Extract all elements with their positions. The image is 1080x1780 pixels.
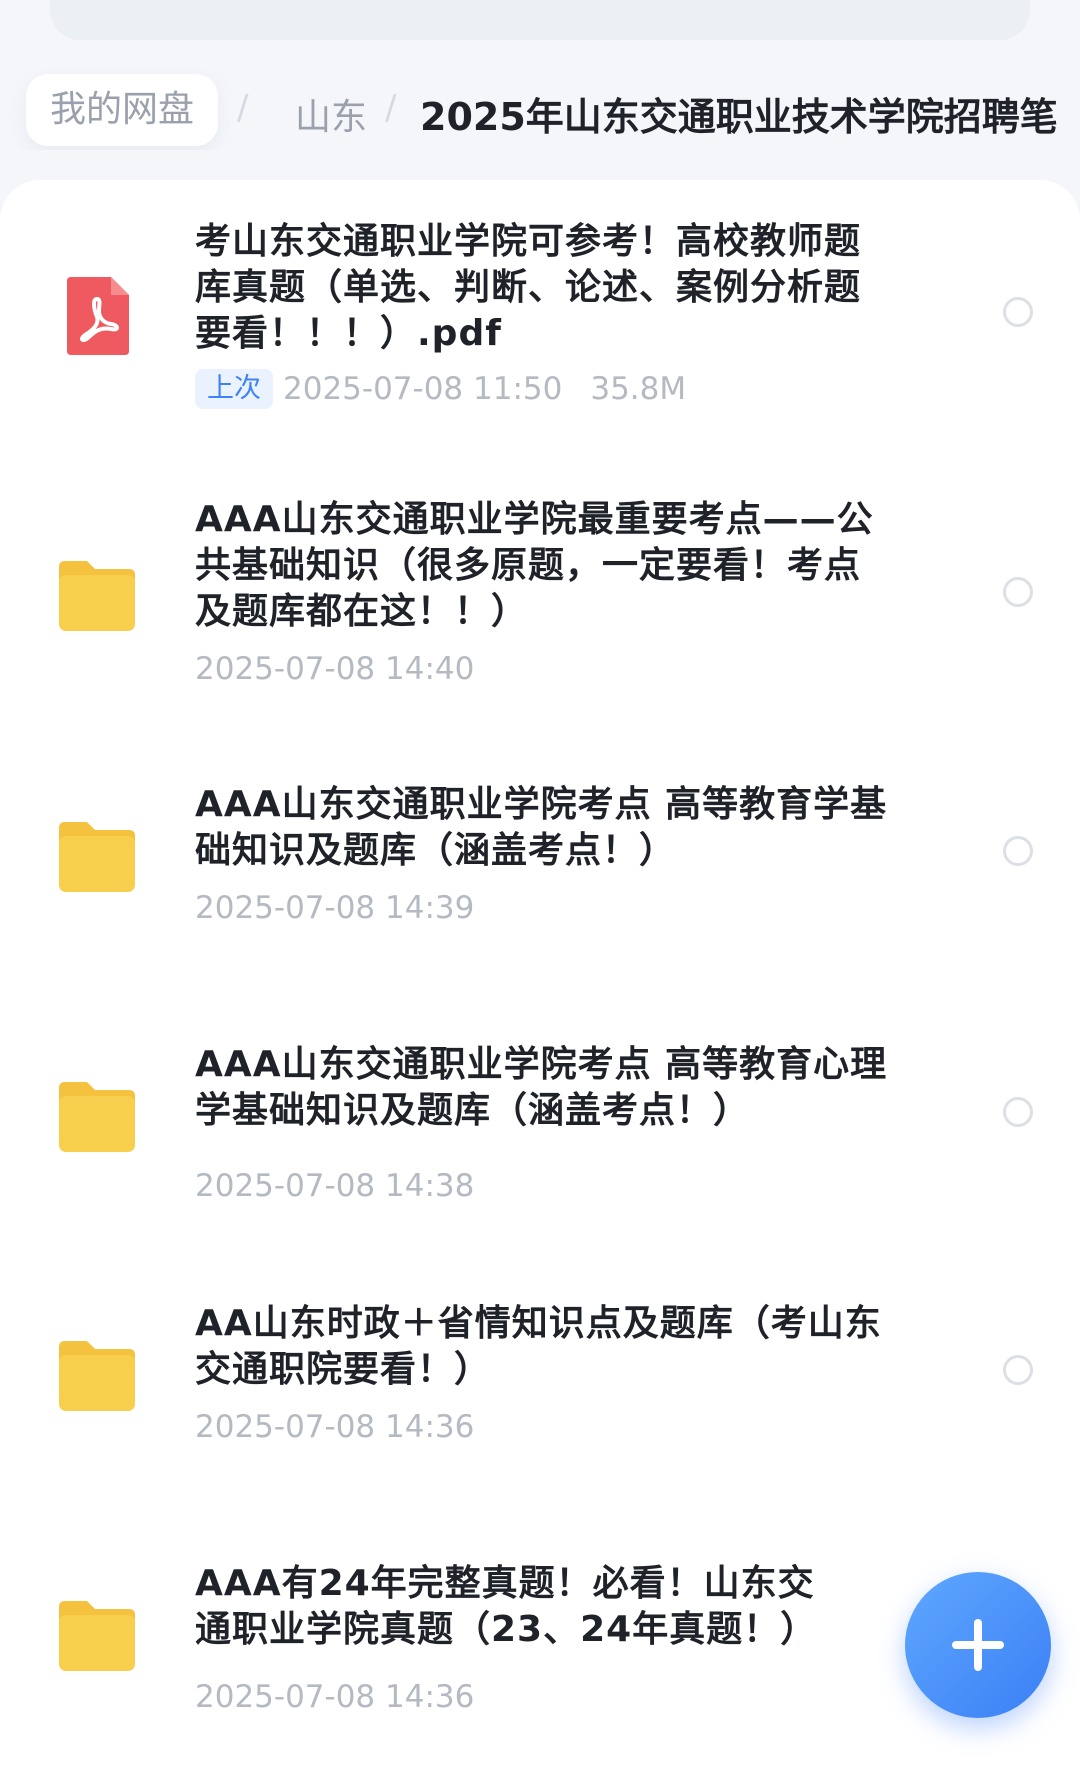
folder-row[interactable]: AAA山东交通职业学院考点 高等教育心理学基础知识及题库（涵盖考点！） 2025…: [0, 1042, 1080, 1232]
breadcrumb-separator: /: [237, 88, 249, 128]
plus-icon: [952, 1619, 1004, 1671]
folder-row[interactable]: AAA山东交通职业学院最重要考点——公共基础知识（很多原题，一定要看！考点及题库…: [0, 497, 1080, 707]
add-button[interactable]: [905, 1572, 1051, 1718]
file-size: 35.8M: [590, 371, 687, 407]
last-opened-badge: 上次: [195, 369, 273, 409]
file-date: 2025-07-08 14:36: [195, 1679, 475, 1715]
file-meta: 上次 2025-07-08 11:50 35.8M: [195, 367, 895, 411]
folder-row[interactable]: AAA山东交通职业学院考点 高等教育学基础知识及题库（涵盖考点！） 2025-0…: [0, 782, 1080, 942]
file-name: 考山东交通职业学院可参考！高校教师题库真题（单选、判断、论述、案例分析题要看！！…: [195, 221, 862, 354]
breadcrumb-current-folder: 2025年山东交通职业技术学院招聘笔: [420, 95, 1058, 139]
breadcrumb-shandong[interactable]: 山东: [295, 88, 367, 140]
select-checkbox[interactable]: [1003, 297, 1033, 327]
breadcrumb: 我的网盘 / 山东 / 2025年山东交通职业技术学院招聘笔: [0, 70, 1080, 150]
folder-row[interactable]: AA山东时政＋省情知识点及题库（考山东交通职院要看！） 2025-07-08 1…: [0, 1301, 1080, 1461]
pdf-icon: [67, 277, 129, 355]
folder-icon: [59, 1341, 135, 1411]
search-bar[interactable]: [50, 0, 1030, 40]
select-checkbox[interactable]: [1003, 1355, 1033, 1385]
folder-icon: [59, 1601, 135, 1671]
file-row-pdf[interactable]: 考山东交通职业学院可参考！高校教师题库真题（单选、判断、论述、案例分析题要看！！…: [0, 215, 1080, 425]
select-checkbox[interactable]: [1003, 1097, 1033, 1127]
file-name: AAA有24年完整真题！必看！山东交通职业学院真题（23、24年真题！）: [195, 1563, 818, 1650]
file-name: AAA山东交通职业学院考点 高等教育心理学基础知识及题库（涵盖考点！）: [195, 1044, 888, 1131]
file-date: 2025-07-08 14:36: [195, 1409, 475, 1445]
select-checkbox[interactable]: [1003, 836, 1033, 866]
file-date: 2025-07-08 14:39: [195, 890, 475, 926]
file-date: 2025-07-08 11:50: [283, 371, 563, 407]
file-name: AAA山东交通职业学院考点 高等教育学基础知识及题库（涵盖考点！）: [195, 784, 888, 871]
file-date: 2025-07-08 14:40: [195, 651, 475, 687]
select-checkbox[interactable]: [1003, 577, 1033, 607]
file-name: AAA山东交通职业学院最重要考点——公共基础知识（很多原题，一定要看！考点及题库…: [195, 499, 874, 632]
file-name: AA山东时政＋省情知识点及题库（考山东交通职院要看！）: [195, 1303, 882, 1390]
file-date: 2025-07-08 14:38: [195, 1168, 475, 1204]
breadcrumb-separator: /: [385, 88, 397, 128]
folder-icon: [59, 561, 135, 631]
folder-icon: [59, 1082, 135, 1152]
folder-icon: [59, 822, 135, 892]
breadcrumb-home[interactable]: 我的网盘: [26, 74, 219, 146]
